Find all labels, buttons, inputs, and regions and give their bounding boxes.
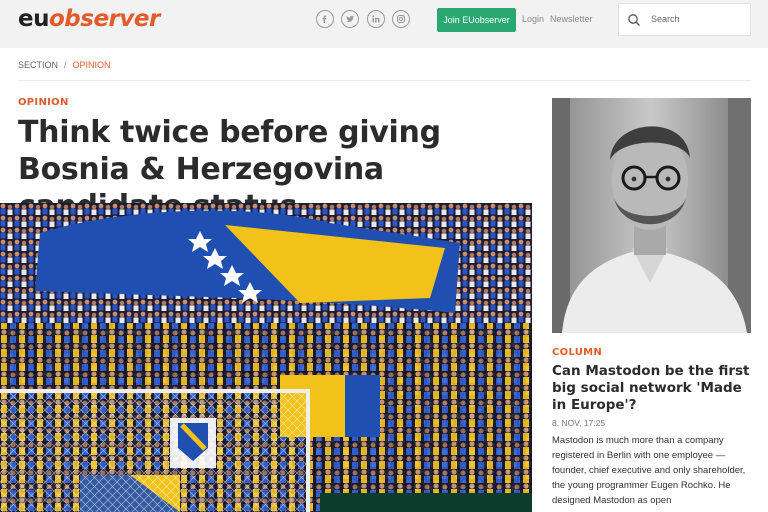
breadcrumb-section[interactable]: SECTION bbox=[18, 60, 58, 70]
column-author-photo[interactable] bbox=[552, 98, 751, 333]
login-link[interactable]: Login bbox=[522, 14, 544, 24]
logo-eu: eu bbox=[18, 6, 49, 32]
euobserver-logo[interactable]: euobserver bbox=[18, 6, 160, 32]
linkedin-icon[interactable] bbox=[367, 10, 385, 28]
logo-observer: observer bbox=[48, 6, 160, 32]
search-input[interactable] bbox=[649, 13, 748, 25]
column-title[interactable]: Can Mastodon be the first big social net… bbox=[552, 363, 757, 414]
stadium-crowd-photo bbox=[0, 203, 532, 512]
search-box[interactable] bbox=[618, 3, 751, 36]
breadcrumb-current[interactable]: OPINION bbox=[73, 60, 111, 70]
breadcrumb-separator: / bbox=[64, 60, 67, 70]
join-euobserver-button[interactable]: Join EUobserver bbox=[437, 8, 516, 32]
twitter-icon[interactable] bbox=[341, 10, 359, 28]
article-kicker[interactable]: OPINION bbox=[18, 97, 69, 108]
site-header: euobserver Join EUobserver Login Newslet… bbox=[0, 0, 768, 48]
instagram-icon[interactable] bbox=[392, 10, 410, 28]
column-kicker[interactable]: COLUMN bbox=[552, 347, 602, 358]
portrait-photo bbox=[552, 98, 751, 333]
divider bbox=[18, 80, 751, 81]
search-icon[interactable] bbox=[627, 13, 641, 27]
hero-image[interactable] bbox=[0, 203, 532, 512]
column-excerpt: Mastodon is much more than a company reg… bbox=[552, 435, 746, 506]
column-date: 8. NOV, 17:25 bbox=[552, 418, 606, 428]
facebook-icon[interactable] bbox=[316, 10, 334, 28]
newsletter-link[interactable]: Newsletter bbox=[550, 14, 593, 24]
breadcrumb: SECTION / OPINION bbox=[18, 60, 111, 70]
